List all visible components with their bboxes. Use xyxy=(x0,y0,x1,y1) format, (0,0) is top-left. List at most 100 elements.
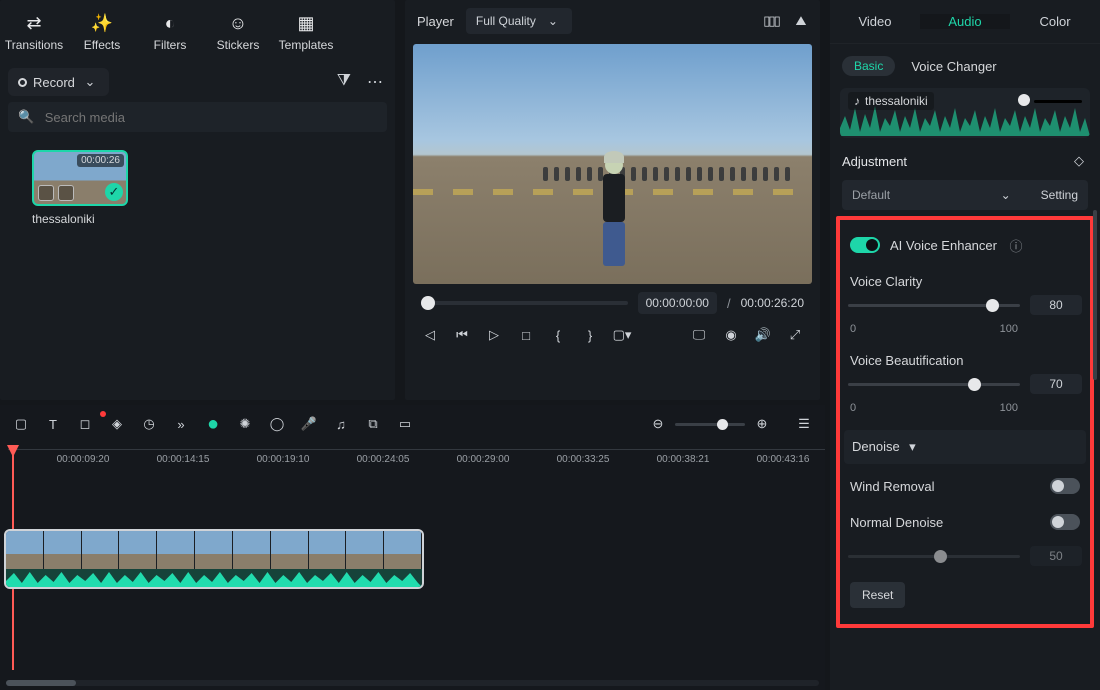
subtab-basic[interactable]: Basic xyxy=(842,56,895,76)
filters-icon: ◐ xyxy=(159,12,181,34)
ai-tool-icon[interactable]: ● xyxy=(204,415,222,433)
audio-tool-icon[interactable]: ♫ xyxy=(332,415,350,433)
voice-clarity-slider[interactable]: 80 xyxy=(848,295,1082,315)
notification-dot-icon xyxy=(100,411,106,417)
total-time: 00:00:26:20 xyxy=(741,296,804,310)
keyframe-diamond-icon[interactable]: ◇ xyxy=(1070,152,1088,170)
preset-select[interactable]: Default ⌄ Setting xyxy=(842,180,1088,210)
compare-icon[interactable]: ▯▯▯ xyxy=(762,12,780,30)
transitions-tab[interactable]: ⇄Transitions xyxy=(6,6,62,58)
tab-color[interactable]: Color xyxy=(1010,14,1100,29)
timeline-ruler[interactable]: 00:00:09:20 00:00:14:15 00:00:19:10 00:0… xyxy=(8,449,825,473)
filters-tab[interactable]: ◐ Filters xyxy=(142,6,198,58)
quality-label: Full Quality xyxy=(476,14,536,28)
ruler-tick: 00:00:19:10 xyxy=(257,454,310,465)
effects-tab[interactable]: ✨Effects xyxy=(74,6,130,58)
normal-denoise-label: Normal Denoise xyxy=(850,515,943,530)
ruler-tick: 00:00:09:20 xyxy=(57,454,110,465)
voice-beautification-value[interactable]: 70 xyxy=(1030,374,1082,394)
normal-denoise-value: 50 xyxy=(1030,546,1082,566)
chevron-down-icon: ⌄ xyxy=(997,186,1015,204)
timeline-scroll-thumb[interactable] xyxy=(6,680,76,686)
speed-icon[interactable]: ◷ xyxy=(140,415,158,433)
effect-tool-icon[interactable]: ✺ xyxy=(236,415,254,433)
audio-waveform[interactable]: ♪thessaloniki xyxy=(840,88,1090,138)
stickers-icon: ☺ xyxy=(227,12,249,34)
marker-icon[interactable]: ◯ xyxy=(268,415,286,433)
transitions-icon: ⇄ xyxy=(23,12,45,34)
preset-value: Default xyxy=(852,188,890,202)
caret-down-icon: ▾ xyxy=(903,438,921,456)
setting-button[interactable]: Setting xyxy=(1041,188,1078,202)
voice-beautification-label: Voice Beautification xyxy=(846,347,1084,368)
fullscreen-icon[interactable]: ⤢ xyxy=(786,326,804,344)
music-note-icon: ♪ xyxy=(854,94,860,108)
wind-removal-toggle[interactable] xyxy=(1050,478,1080,494)
effects-icon: ✨ xyxy=(91,12,113,34)
more-icon[interactable]: ⋯ xyxy=(363,72,387,92)
search-field[interactable] xyxy=(43,109,377,126)
filters-label: Filters xyxy=(154,38,187,52)
tab-video[interactable]: Video xyxy=(830,14,920,29)
stop-icon[interactable]: □ xyxy=(517,326,535,344)
normal-denoise-slider[interactable]: 50 xyxy=(848,546,1082,566)
crop-icon[interactable]: ▢ xyxy=(12,415,30,433)
normal-denoise-toggle[interactable] xyxy=(1050,514,1080,530)
time-sep: / xyxy=(727,296,731,311)
record-button[interactable]: Record ⌄ xyxy=(8,68,109,96)
list-view-icon[interactable]: ☰ xyxy=(795,415,813,433)
pip-icon[interactable]: ⧉ xyxy=(364,415,382,433)
chevron-down-icon: ⌄ xyxy=(81,73,99,91)
templates-tab[interactable]: ▦Templates xyxy=(278,6,334,58)
step-back-icon[interactable]: ⏮ xyxy=(453,326,471,344)
wind-removal-label: Wind Removal xyxy=(850,479,935,494)
ruler-tick: 00:00:24:05 xyxy=(357,454,410,465)
stickers-tab[interactable]: ☺Stickers xyxy=(210,6,266,58)
caption-icon[interactable]: ▭ xyxy=(396,415,414,433)
media-name: thessaloniki xyxy=(32,212,132,226)
tab-audio[interactable]: Audio xyxy=(920,14,1010,29)
current-time: 00:00:00:00 xyxy=(638,292,717,314)
preview-viewport[interactable] xyxy=(413,44,812,284)
ai-voice-enhancer-label: AI Voice Enhancer xyxy=(890,238,997,253)
filter-icon[interactable]: ⧩ xyxy=(333,72,355,92)
play-icon[interactable]: ▷ xyxy=(485,326,503,344)
wave-track[interactable] xyxy=(1034,100,1082,103)
templates-icon: ▦ xyxy=(295,12,317,34)
ruler-tick: 00:00:38:21 xyxy=(657,454,710,465)
denoise-header[interactable]: Denoise ▾ xyxy=(852,438,921,456)
help-icon[interactable]: ⓘ xyxy=(1007,236,1025,254)
zoom-slider[interactable] xyxy=(675,423,745,426)
media-thumbnail[interactable]: 00:00:26 ✓ thessaloniki xyxy=(32,150,132,226)
reset-button[interactable]: Reset xyxy=(850,582,905,608)
ratio-icon[interactable]: ▢▾ xyxy=(613,326,631,344)
mic-icon[interactable]: 🎤 xyxy=(300,415,318,433)
clip-audio-label: ♪thessaloniki xyxy=(848,92,934,110)
zoom-out-icon[interactable]: ⊖ xyxy=(649,415,667,433)
voice-clarity-value[interactable]: 80 xyxy=(1030,295,1082,315)
timeline-clip[interactable] xyxy=(4,529,424,589)
mark-in-icon[interactable]: { xyxy=(549,326,567,344)
seek-slider[interactable] xyxy=(421,301,628,305)
color-tool-icon[interactable]: ◈ xyxy=(108,415,126,433)
side-scr_scrollbar[interactable] xyxy=(1093,210,1097,380)
subtab-voice-changer[interactable]: Voice Changer xyxy=(911,59,996,74)
wave-knob[interactable] xyxy=(1018,94,1030,106)
display-icon[interactable]: 🖵 xyxy=(690,326,708,344)
timeline-scrollbar[interactable] xyxy=(6,680,819,686)
seek-knob[interactable] xyxy=(421,296,435,310)
more-tools-icon[interactable]: » xyxy=(172,415,190,433)
quality-select[interactable]: Full Quality ⌄ xyxy=(466,8,572,34)
ai-voice-enhancer-toggle[interactable] xyxy=(850,237,880,253)
snapshot-icon[interactable]: ⛰ xyxy=(792,12,810,30)
camera-icon[interactable]: ◉ xyxy=(722,326,740,344)
mark-out-icon[interactable]: } xyxy=(581,326,599,344)
prev-frame-icon[interactable]: ◁ xyxy=(421,326,439,344)
text-icon[interactable]: T xyxy=(44,415,62,433)
crop-tool-icon[interactable]: ◻ xyxy=(76,415,94,433)
ruler-tick: 00:00:33:25 xyxy=(557,454,610,465)
zoom-in-icon[interactable]: ⊕ xyxy=(753,415,771,433)
volume-icon[interactable]: 🔊 xyxy=(754,326,772,344)
search-input[interactable]: 🔍 xyxy=(8,102,387,132)
voice-beautification-slider[interactable]: 70 xyxy=(848,374,1082,394)
